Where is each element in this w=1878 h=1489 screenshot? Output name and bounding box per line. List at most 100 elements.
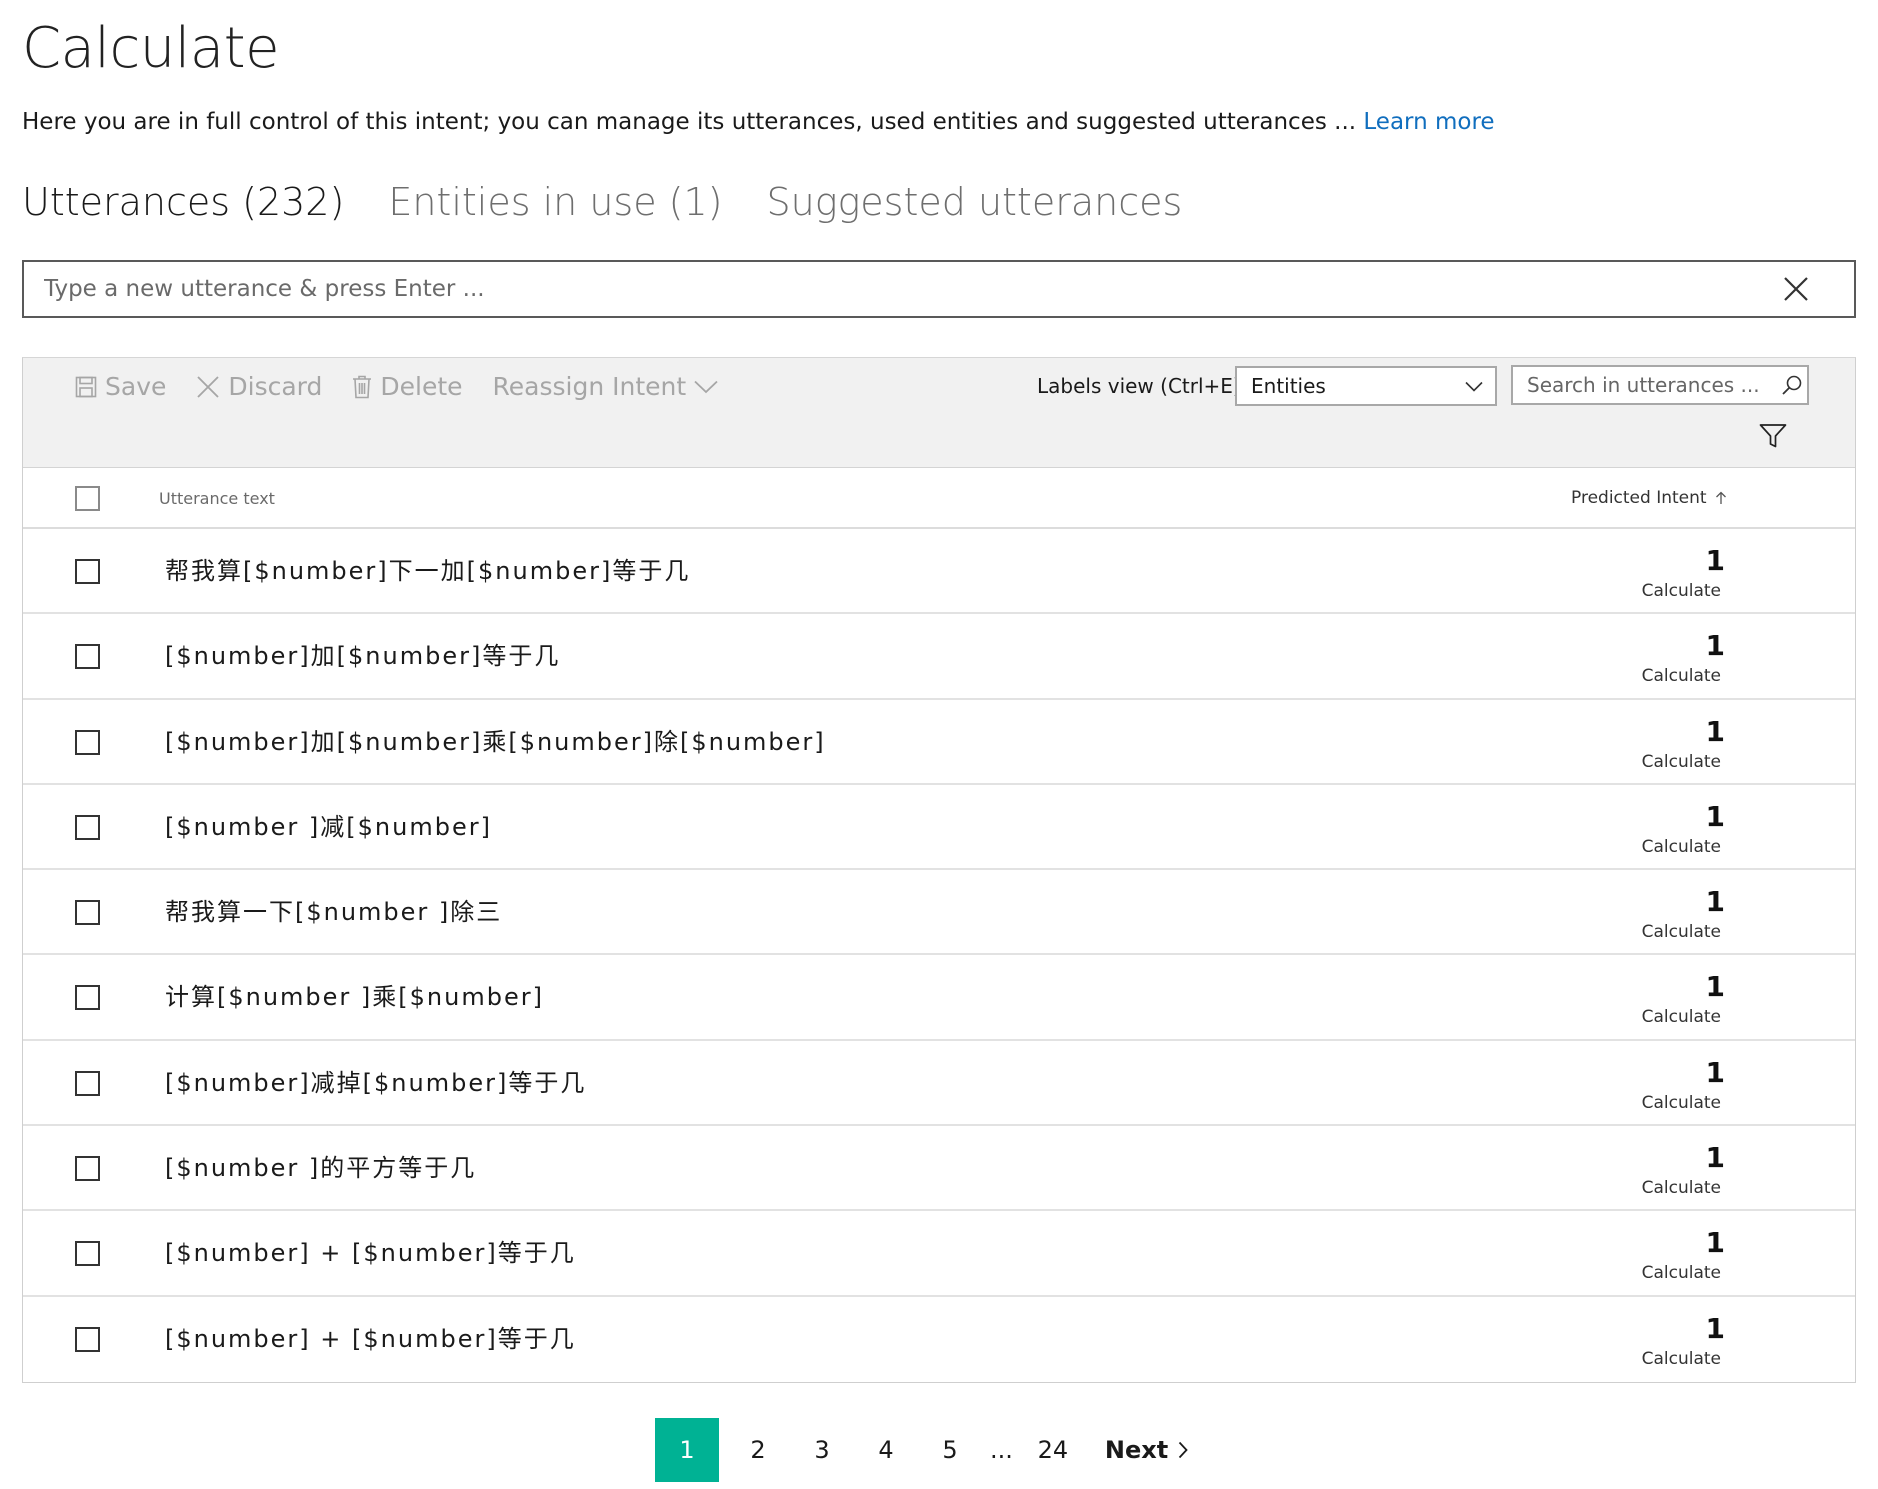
tab-entities-in-use[interactable]: Entities in use (1) (388, 180, 722, 224)
table-row[interactable]: [$number]加[$number]等于几 1 Calculate (23, 614, 1855, 700)
utterance-text[interactable]: 帮我算[$number]下一加[$number]等于几 (165, 551, 690, 586)
page-button-5[interactable]: 5 (918, 1418, 982, 1482)
filter-icon (1759, 424, 1787, 448)
labels-view-value: Entities (1251, 374, 1326, 398)
tab-suggested-utterances[interactable]: Suggested utterances (766, 180, 1182, 224)
table-row[interactable]: 帮我算[$number]下一加[$number]等于几 1 Calculate (23, 529, 1855, 615)
page-title: Calculate (22, 16, 280, 81)
utterance-text[interactable]: [$number]加[$number]乘[$number]除[$number] (165, 722, 826, 757)
intent-score: 1 (1705, 629, 1725, 663)
search-utterances-box (1511, 365, 1809, 405)
new-utterance-box (22, 260, 1856, 318)
row-checkbox[interactable] (75, 900, 100, 926)
intent-score: 1 (1705, 1226, 1725, 1260)
row-checkbox[interactable] (75, 644, 100, 670)
discard-button[interactable]: Discard (196, 372, 322, 401)
utterance-text[interactable]: 计算[$number ]乘[$number] (165, 977, 544, 1012)
table-row[interactable]: 计算[$number ]乘[$number] 1 Calculate (23, 955, 1855, 1041)
intent-score: 1 (1705, 970, 1725, 1004)
reassign-intent-label: Reassign Intent (492, 372, 687, 401)
reassign-intent-dropdown[interactable]: Reassign Intent (493, 372, 719, 401)
intent-score: 1 (1705, 885, 1725, 919)
table-row[interactable]: [$number] + [$number]等于几 1 Calculate (23, 1211, 1855, 1297)
predicted-intent: Calculate (1641, 1007, 1721, 1028)
page-button-24[interactable]: 24 (1021, 1418, 1085, 1482)
search-utterances-input[interactable] (1513, 367, 1776, 403)
utterance-text[interactable]: [$number]加[$number]等于几 (165, 636, 560, 671)
utterance-text[interactable]: [$number] + [$number]等于几 (165, 1233, 576, 1268)
row-checkbox[interactable] (75, 1156, 100, 1182)
chevron-down-icon (694, 380, 718, 393)
intent-score: 1 (1705, 799, 1725, 833)
row-checkbox[interactable] (75, 1070, 100, 1096)
predicted-intent: Calculate (1641, 1178, 1721, 1199)
description-text: Here you are in full control of this int… (22, 109, 1357, 135)
pagination-ellipsis: ... (990, 1436, 1013, 1464)
tab-utterances[interactable]: Utterances (232) (22, 180, 344, 224)
delete-button[interactable]: Delete (352, 372, 463, 401)
predicted-intent: Calculate (1641, 836, 1721, 857)
pagination: 1 2 3 4 5 ... 24 Next (655, 1418, 1188, 1482)
page-button-1[interactable]: 1 (655, 1418, 719, 1482)
row-checkbox[interactable] (75, 985, 100, 1011)
row-checkbox[interactable] (75, 1241, 100, 1267)
chevron-right-icon (1179, 1441, 1188, 1459)
discard-icon (197, 375, 220, 398)
search-icon[interactable] (1776, 374, 1807, 396)
intent-score: 1 (1705, 714, 1725, 748)
utterance-text[interactable]: [$number ]的平方等于几 (165, 1148, 476, 1183)
table-row[interactable]: [$number]加[$number]乘[$number]除[$number] … (23, 699, 1855, 785)
sort-ascending-icon (1715, 491, 1726, 504)
next-page-button[interactable]: Next (1105, 1436, 1188, 1464)
intent-score: 1 (1705, 544, 1725, 577)
predicted-intent: Calculate (1641, 1263, 1721, 1284)
clear-utterance-button[interactable] (1766, 262, 1826, 316)
utterance-text[interactable]: 帮我算一下[$number ]除三 (165, 892, 502, 927)
intent-description: Here you are in full control of this int… (22, 109, 1495, 135)
table-row[interactable]: [$number ]的平方等于几 1 Calculate (23, 1126, 1855, 1212)
predicted-intent-label: Predicted Intent (1571, 488, 1707, 508)
select-all-checkbox[interactable] (75, 486, 100, 511)
predicted-intent: Calculate (1641, 1092, 1721, 1113)
delete-label: Delete (380, 372, 463, 401)
predicted-intent: Calculate (1641, 922, 1721, 943)
page-button-3[interactable]: 3 (790, 1418, 854, 1482)
new-utterance-input[interactable] (24, 262, 1766, 316)
grid-header: Utterance text Predicted Intent (23, 468, 1855, 529)
learn-more-link[interactable]: Learn more (1363, 109, 1494, 135)
table-row[interactable]: [$number ]减[$number] 1 Calculate (23, 784, 1855, 871)
page-button-4[interactable]: 4 (854, 1418, 918, 1482)
predicted-intent: Calculate (1641, 751, 1721, 772)
row-checkbox[interactable] (75, 1326, 100, 1352)
save-icon (75, 376, 97, 397)
save-button[interactable]: Save (75, 372, 166, 401)
predicted-intent: Calculate (1641, 581, 1721, 601)
save-label: Save (105, 372, 167, 401)
row-checkbox[interactable] (75, 559, 100, 584)
table-row[interactable]: [$number] + [$number]等于几 1 Calculate (23, 1296, 1855, 1382)
row-checkbox[interactable] (75, 729, 100, 755)
toolbar-actions: Save Discard Delete Reassign Intent (75, 372, 718, 401)
utterance-text[interactable]: [$number]减掉[$number]等于几 (165, 1063, 586, 1098)
column-header-predicted-intent[interactable]: Predicted Intent (1571, 488, 1727, 508)
utterance-text[interactable]: [$number ]减[$number] (165, 807, 492, 842)
intent-tabs: Utterances (232) Entities in use (1) Sug… (22, 180, 1182, 224)
predicted-intent: Calculate (1641, 666, 1721, 687)
filter-button[interactable] (1755, 418, 1791, 454)
table-row[interactable]: [$number]减掉[$number]等于几 1 Calculate (23, 1040, 1855, 1127)
intent-score: 1 (1705, 1141, 1725, 1175)
next-label: Next (1104, 1436, 1169, 1464)
table-row[interactable]: 帮我算一下[$number ]除三 1 Calculate (23, 870, 1855, 956)
page-button-2[interactable]: 2 (726, 1418, 790, 1482)
grid-toolbar: Save Discard Delete Reassign Intent Labe… (23, 358, 1855, 468)
utterance-text[interactable]: [$number] + [$number]等于几 (165, 1319, 576, 1354)
chevron-down-icon (1465, 381, 1483, 392)
close-icon (1784, 277, 1808, 301)
predicted-intent: Calculate (1641, 1348, 1721, 1369)
trash-icon (353, 375, 372, 398)
utterances-grid: Save Discard Delete Reassign Intent Labe… (22, 357, 1856, 1383)
column-header-utterance-text[interactable]: Utterance text (159, 489, 275, 508)
labels-view-select[interactable]: Entities (1235, 366, 1497, 406)
row-checkbox[interactable] (75, 814, 100, 840)
intent-score: 1 (1705, 1311, 1725, 1345)
